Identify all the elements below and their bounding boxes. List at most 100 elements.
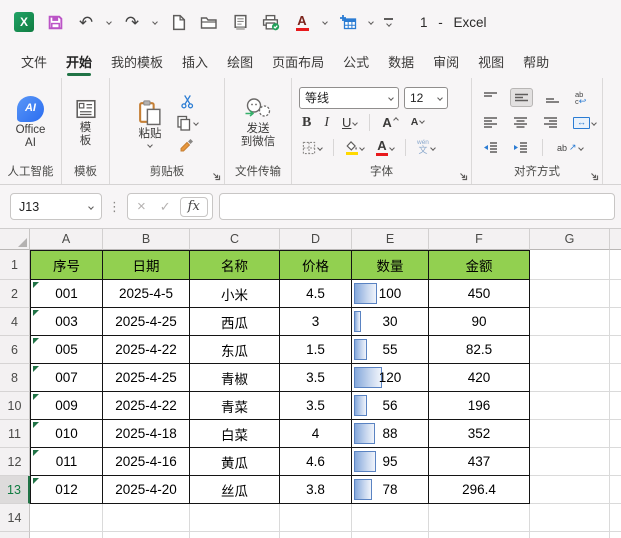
- cell-name[interactable]: 小米: [190, 280, 280, 308]
- col-header-f[interactable]: F: [429, 229, 530, 250]
- cell-amount[interactable]: 437: [429, 448, 530, 476]
- cell-price[interactable]: 4: [280, 420, 352, 448]
- align-right-icon[interactable]: [540, 114, 561, 131]
- cell-price[interactable]: 4.5: [280, 280, 352, 308]
- row-header-14[interactable]: 14: [0, 504, 30, 532]
- tab-review[interactable]: 审阅: [432, 46, 460, 77]
- undo-dropdown-icon[interactable]: [106, 19, 112, 25]
- ribbon-font-color-icon[interactable]: A: [373, 137, 397, 158]
- cell-quantity[interactable]: 120: [352, 364, 429, 392]
- select-all-corner[interactable]: [0, 229, 30, 250]
- print-icon[interactable]: [261, 12, 281, 32]
- cell-empty[interactable]: [530, 308, 610, 336]
- cell-quantity[interactable]: 30: [352, 308, 429, 336]
- row-header[interactable]: 12: [0, 448, 30, 476]
- merge-center-icon[interactable]: ↔: [570, 115, 599, 131]
- cell-serial[interactable]: 003: [30, 308, 103, 336]
- col-header-a[interactable]: A: [30, 229, 103, 250]
- header-cell-xuhao[interactable]: 序号: [30, 250, 103, 280]
- new-file-icon[interactable]: [168, 12, 188, 32]
- tab-data[interactable]: 数据: [387, 46, 415, 77]
- cell-empty[interactable]: [530, 392, 610, 420]
- tab-page-layout[interactable]: 页面布局: [271, 46, 325, 77]
- cell-serial[interactable]: 005: [30, 336, 103, 364]
- cell-empty[interactable]: [530, 250, 610, 280]
- font-dialog-launcher-icon[interactable]: [458, 171, 468, 181]
- paste-dropdown-icon[interactable]: [147, 141, 153, 148]
- cell-quantity[interactable]: 100: [352, 280, 429, 308]
- col-header-g[interactable]: G: [530, 229, 610, 250]
- tab-insert[interactable]: 插入: [181, 46, 209, 77]
- cell-name[interactable]: 西瓜: [190, 308, 280, 336]
- header-cell-riqi[interactable]: 日期: [103, 250, 190, 280]
- cell-serial[interactable]: 007: [30, 364, 103, 392]
- print-preview-icon[interactable]: [230, 12, 250, 32]
- tab-formulas[interactable]: 公式: [342, 46, 370, 77]
- cell-amount[interactable]: 296.4: [429, 476, 530, 504]
- formula-bar-handle[interactable]: ⋮: [108, 199, 121, 215]
- row-header[interactable]: 11: [0, 420, 30, 448]
- grow-font-icon[interactable]: A: [379, 114, 400, 131]
- cell-amount[interactable]: 420: [429, 364, 530, 392]
- office-ai-button[interactable]: AI Office AI: [12, 94, 50, 152]
- row-header[interactable]: 2: [0, 280, 30, 308]
- undo-icon[interactable]: ↶: [76, 12, 96, 32]
- cell-empty[interactable]: [530, 420, 610, 448]
- cell-empty[interactable]: [530, 364, 610, 392]
- align-top-icon[interactable]: [480, 89, 501, 106]
- cell-date[interactable]: 2025-4-25: [103, 308, 190, 336]
- cell-name[interactable]: 青菜: [190, 392, 280, 420]
- cell-price[interactable]: 3.5: [280, 364, 352, 392]
- cell-date[interactable]: 2025-4-18: [103, 420, 190, 448]
- header-cell-jine[interactable]: 金额: [429, 250, 530, 280]
- align-left-icon[interactable]: [480, 114, 501, 131]
- format-cells-dropdown-icon[interactable]: [368, 19, 374, 25]
- cell-empty[interactable]: [530, 448, 610, 476]
- cell-date[interactable]: 2025-4-5: [103, 280, 190, 308]
- font-color-icon[interactable]: A: [292, 12, 312, 32]
- tab-draw[interactable]: 绘图: [226, 46, 254, 77]
- cell-amount[interactable]: 90: [429, 308, 530, 336]
- row-header[interactable]: 6: [0, 336, 30, 364]
- cancel-icon[interactable]: ×: [132, 198, 151, 215]
- underline-button[interactable]: U: [339, 113, 360, 132]
- font-size-select[interactable]: 12: [404, 86, 448, 109]
- template-button[interactable]: 模板: [71, 96, 101, 150]
- enter-icon[interactable]: ✓: [155, 199, 176, 215]
- cell-serial[interactable]: 009: [30, 392, 103, 420]
- tab-my-templates[interactable]: 我的模板: [110, 46, 164, 77]
- cell-name[interactable]: 丝瓜: [190, 476, 280, 504]
- cell-amount[interactable]: 196: [429, 392, 530, 420]
- tab-file[interactable]: 文件: [20, 46, 48, 77]
- copy-dropdown-icon[interactable]: [193, 119, 199, 126]
- cell-date[interactable]: 2025-4-22: [103, 392, 190, 420]
- cell-price[interactable]: 1.5: [280, 336, 352, 364]
- cell-price[interactable]: 3.5: [280, 392, 352, 420]
- formula-input[interactable]: [218, 193, 615, 220]
- alignment-dialog-launcher-icon[interactable]: [589, 171, 599, 181]
- increase-indent-icon[interactable]: [510, 139, 531, 156]
- cell-amount[interactable]: 82.5: [429, 336, 530, 364]
- copy-icon[interactable]: [173, 113, 201, 133]
- borders-icon[interactable]: [299, 139, 325, 157]
- row-header-1[interactable]: 1: [0, 250, 30, 280]
- cell-name[interactable]: 东瓜: [190, 336, 280, 364]
- cut-icon[interactable]: [173, 92, 201, 111]
- toolbar-overflow-icon[interactable]: [384, 18, 393, 27]
- cell-price[interactable]: 3: [280, 308, 352, 336]
- row-header[interactable]: 10: [0, 392, 30, 420]
- wrap-text-icon[interactable]: ab c↩: [572, 89, 589, 107]
- name-box[interactable]: J13: [10, 193, 102, 220]
- cell-name[interactable]: 白菜: [190, 420, 280, 448]
- cell-quantity[interactable]: 55: [352, 336, 429, 364]
- col-header-d[interactable]: D: [280, 229, 352, 250]
- name-box-dropdown-icon[interactable]: [88, 203, 94, 210]
- cell-empty[interactable]: [530, 336, 610, 364]
- cell-date[interactable]: 2025-4-22: [103, 336, 190, 364]
- redo-dropdown-icon[interactable]: [152, 19, 158, 25]
- col-header-e[interactable]: E: [352, 229, 429, 250]
- font-name-select[interactable]: 等线: [299, 86, 399, 109]
- header-cell-jiage[interactable]: 价格: [280, 250, 352, 280]
- col-header-b[interactable]: B: [103, 229, 190, 250]
- row-header[interactable]: 8: [0, 364, 30, 392]
